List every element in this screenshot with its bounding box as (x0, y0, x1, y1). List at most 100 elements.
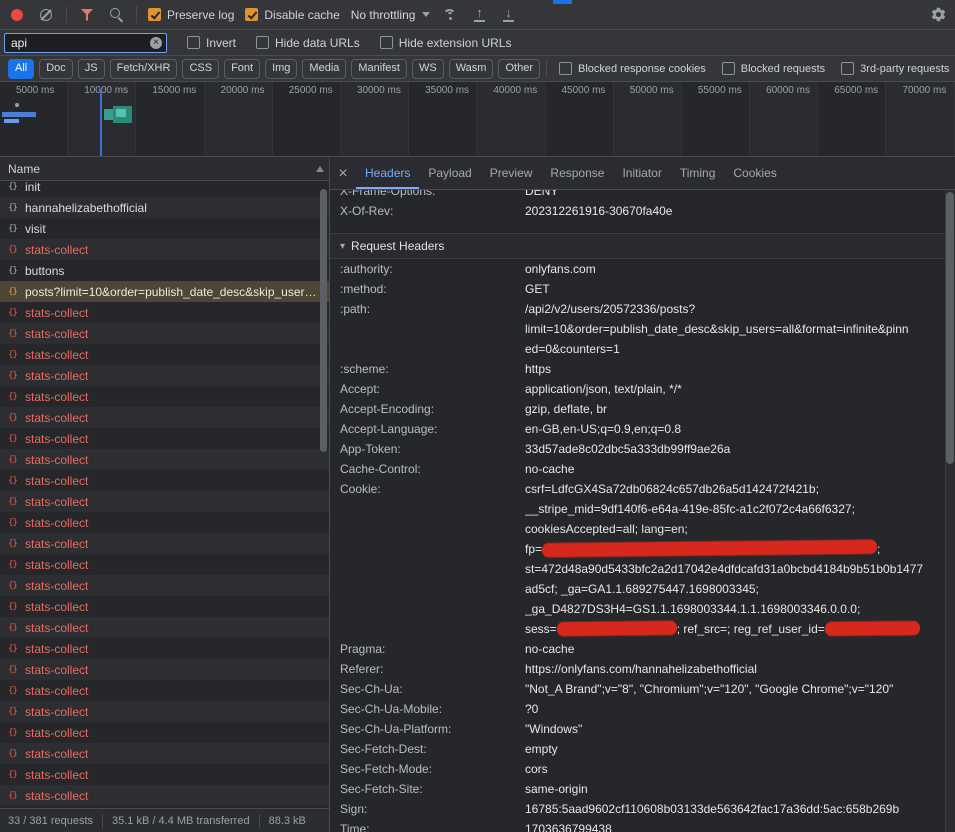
header-row: App-Token:33d57ade8c02dbc5a333db99ff9ae2… (330, 439, 955, 459)
request-row[interactable]: {}stats-collect (0, 449, 329, 470)
headers-tab-content: X-Frame-Options:DENYX-Of-Rev:20231226191… (330, 190, 955, 832)
filter-chip-css[interactable]: CSS (182, 59, 219, 79)
filter-chip-manifest[interactable]: Manifest (351, 59, 407, 79)
clear-button[interactable] (37, 6, 55, 24)
scroll-up-arrow-icon[interactable] (316, 166, 324, 172)
filter-bar: api × Invert Hide data URLs Hide extensi… (0, 30, 955, 56)
clear-filter-icon[interactable]: × (150, 37, 162, 49)
request-row[interactable]: {} stats-collect (0, 785, 329, 806)
header-value: 202312261916-30670fa40e (525, 201, 955, 221)
checkbox-icon (187, 36, 200, 49)
request-row[interactable]: {}stats-collect (0, 722, 329, 743)
checkbox-blocked-requests[interactable]: Blocked requests (722, 62, 825, 75)
request-row[interactable]: {}stats-collect (0, 323, 329, 344)
checkbox-3rd-party-requests[interactable]: 3rd-party requests (841, 62, 949, 75)
request-row[interactable]: {}stats-collect (0, 680, 329, 701)
header-value: en-GB,en-US;q=0.9,en;q=0.8 (525, 419, 955, 439)
hide-extension-urls-checkbox[interactable]: Hide extension URLs (380, 36, 512, 50)
timeline-overview[interactable]: 5000 ms10000 ms15000 ms20000 ms25000 ms3… (0, 82, 955, 157)
request-row[interactable]: {}stats-collect (0, 575, 329, 596)
request-row[interactable]: {}init (0, 181, 329, 197)
hide-data-urls-checkbox[interactable]: Hide data URLs (256, 36, 360, 50)
request-row[interactable]: {}stats-collect (0, 428, 329, 449)
settings-button[interactable] (929, 6, 947, 24)
request-row[interactable]: {}stats-collect (0, 239, 329, 260)
transferred-size: 35.1 kB / 4.4 MB transferred (112, 815, 250, 827)
tab-timing[interactable]: Timing (671, 158, 725, 189)
filter-chip-js[interactable]: JS (78, 59, 105, 79)
filter-toggle-button[interactable] (78, 6, 96, 24)
timeline-tick: 65000 ms (818, 82, 886, 156)
checkbox-checked-icon (245, 8, 258, 21)
request-row[interactable]: {}stats-collect (0, 596, 329, 617)
request-row[interactable]: {}stats-collect (0, 512, 329, 533)
tab-headers[interactable]: Headers (356, 158, 419, 189)
request-row[interactable]: {}stats-collect (0, 491, 329, 512)
disable-cache-checkbox[interactable]: Disable cache (245, 8, 339, 22)
preserve-log-checkbox[interactable]: Preserve log (148, 8, 234, 22)
filter-chip-img[interactable]: Img (265, 59, 297, 79)
filter-chip-media[interactable]: Media (302, 59, 346, 79)
name-column-header[interactable]: Name (0, 157, 329, 181)
invert-checkbox[interactable]: Invert (187, 36, 236, 50)
checkbox-blocked-response-cookies[interactable]: Blocked response cookies (559, 62, 706, 75)
request-row[interactable]: {}stats-collect (0, 554, 329, 575)
header-value: 33d57ade8c02dbc5a333db99ff9ae26a (525, 439, 955, 459)
timeline-tick: 10000 ms (68, 82, 136, 156)
request-row[interactable]: {}visit (0, 218, 329, 239)
tab-cookies[interactable]: Cookies (724, 158, 785, 189)
details-scrollbar-track[interactable] (945, 190, 955, 832)
request-name: stats-collect (25, 516, 88, 530)
request-name: stats-collect (25, 789, 88, 803)
request-row[interactable]: {}stats-collect (0, 533, 329, 554)
filter-chip-fetch-xhr[interactable]: Fetch/XHR (110, 59, 178, 79)
close-details-button[interactable]: × (330, 157, 356, 190)
json-file-icon: {} (6, 266, 19, 276)
throttling-select[interactable]: No throttling (351, 8, 431, 22)
request-row[interactable]: {}stats-collect (0, 365, 329, 386)
tab-initiator[interactable]: Initiator (613, 158, 670, 189)
filter-chip-ws[interactable]: WS (412, 59, 444, 79)
request-list-scrollbar-thumb[interactable] (320, 189, 327, 452)
timeline-tick: 40000 ms (477, 82, 545, 156)
request-row[interactable]: {}stats-collect (0, 764, 329, 785)
header-name: Sec-Ch-Ua: (330, 679, 525, 699)
tab-payload[interactable]: Payload (419, 158, 480, 189)
request-row[interactable]: {}stats-collect (0, 743, 329, 764)
request-row[interactable]: {}stats-collect (0, 302, 329, 323)
request-row[interactable]: {}stats-collect (0, 470, 329, 491)
request-name: stats-collect (25, 495, 88, 509)
import-har-button[interactable]: ↑ (470, 6, 488, 24)
toolbar-divider (136, 6, 137, 23)
filter-chip-doc[interactable]: Doc (39, 59, 73, 79)
filter-input[interactable]: api × (4, 33, 167, 53)
filter-chip-font[interactable]: Font (224, 59, 260, 79)
network-conditions-button[interactable] (441, 6, 459, 24)
record-button[interactable] (8, 6, 26, 24)
throttling-value: No throttling (351, 8, 416, 22)
request-row[interactable]: {}stats-collect (0, 701, 329, 722)
filter-chip-other[interactable]: Other (498, 59, 540, 79)
request-name: buttons (25, 264, 64, 278)
request-row[interactable]: {}stats-collect (0, 344, 329, 365)
request-row[interactable]: {}posts?limit=10&order=publish_date_desc… (0, 281, 329, 302)
header-name: Accept: (330, 379, 525, 399)
request-row[interactable]: {} buttons (0, 260, 329, 281)
filter-chip-all[interactable]: All (8, 59, 34, 79)
filter-chip-wasm[interactable]: Wasm (449, 59, 494, 79)
request-row[interactable]: {}hannahelizabethofficial (0, 197, 329, 218)
request-row[interactable]: {}stats-collect (0, 659, 329, 680)
json-file-icon: {} (6, 686, 19, 696)
json-file-icon: {} (6, 791, 19, 801)
request-row[interactable]: {}stats-collect (0, 386, 329, 407)
export-har-button[interactable]: ↓ (499, 6, 517, 24)
tab-preview[interactable]: Preview (481, 158, 542, 189)
tab-response[interactable]: Response (541, 158, 613, 189)
request-headers-section-header[interactable]: ▾ Request Headers (330, 233, 955, 259)
header-name: :scheme: (330, 359, 525, 379)
request-row[interactable]: {}stats-collect (0, 617, 329, 638)
request-row[interactable]: {}stats-collect (0, 638, 329, 659)
search-button[interactable] (107, 6, 125, 24)
details-scrollbar-thumb[interactable] (946, 192, 954, 464)
request-row[interactable]: {}stats-collect (0, 407, 329, 428)
